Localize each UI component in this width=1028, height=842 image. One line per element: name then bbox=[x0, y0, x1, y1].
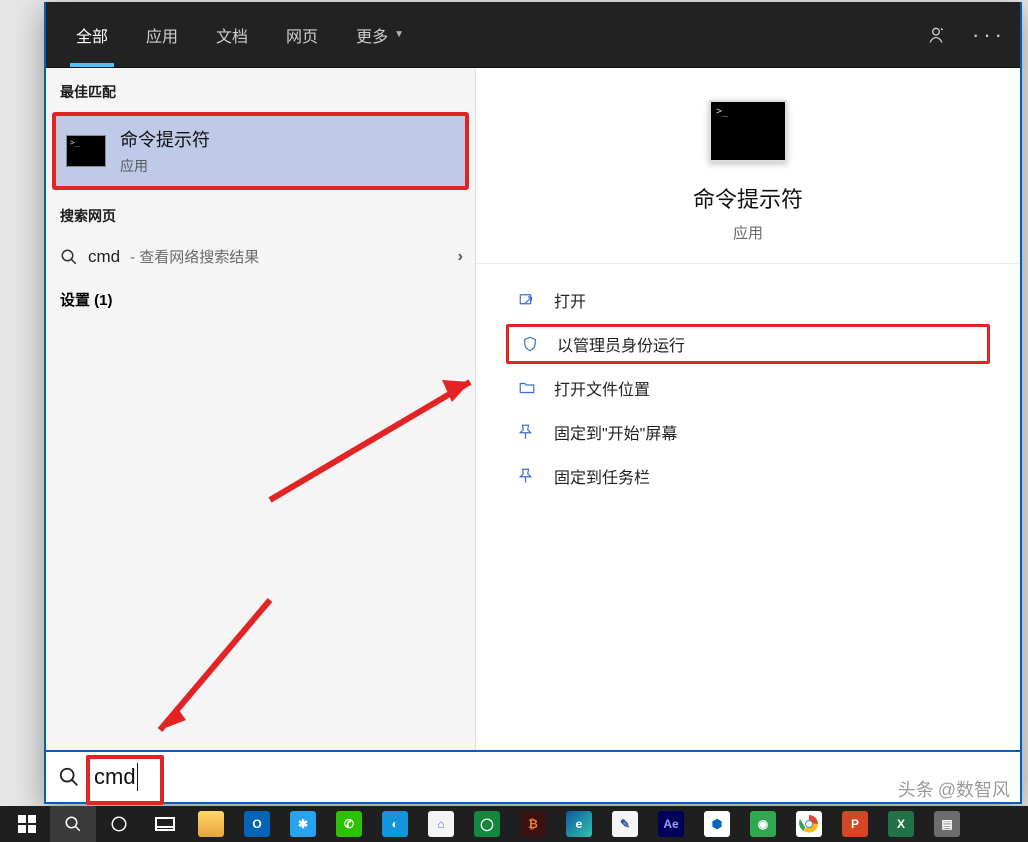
task-view-icon bbox=[155, 817, 175, 831]
taskbar-app-powerpoint[interactable]: P bbox=[832, 806, 878, 842]
action-run-as-admin[interactable]: 以管理员身份运行 bbox=[506, 324, 990, 364]
action-label: 以管理员身份运行 bbox=[557, 332, 685, 356]
outlook-icon: O bbox=[244, 811, 270, 837]
taskbar-app-edge[interactable]: e bbox=[556, 806, 602, 842]
search-icon bbox=[60, 248, 78, 266]
tab-web[interactable]: 网页 bbox=[270, 2, 334, 67]
taskbar-app-notepad[interactable]: ✎ bbox=[602, 806, 648, 842]
tab-label: 网页 bbox=[286, 23, 318, 47]
best-match-result[interactable]: 命令提示符 应用 bbox=[52, 112, 469, 190]
preview-title: 命令提示符 bbox=[693, 182, 803, 214]
app-icon: ▤ bbox=[934, 811, 960, 837]
tab-all[interactable]: 全部 bbox=[60, 2, 124, 67]
taskbar-app-ps[interactable]: ₿ bbox=[510, 806, 556, 842]
search-input-value: cmd bbox=[94, 764, 136, 790]
chrome-icon bbox=[796, 811, 822, 837]
watermark: 头条 @数智风 bbox=[898, 776, 1010, 802]
taskbar-app-wechat[interactable]: ✆ bbox=[326, 806, 372, 842]
chevron-right-icon: › bbox=[458, 248, 463, 266]
best-match-subtitle: 应用 bbox=[120, 156, 210, 176]
best-match-title: 命令提示符 bbox=[120, 126, 210, 152]
action-label: 固定到"开始"屏幕 bbox=[554, 420, 677, 444]
taskbar-app-chrome[interactable] bbox=[786, 806, 832, 842]
folder-icon bbox=[518, 379, 536, 397]
taskbar-app-green1[interactable]: ◯ bbox=[464, 806, 510, 842]
taskbar-app-tencent[interactable]: ✱ bbox=[280, 806, 326, 842]
cortana-button[interactable] bbox=[96, 806, 142, 842]
search-input-bar[interactable]: cmd bbox=[46, 750, 1020, 802]
action-pin-start[interactable]: 固定到"开始"屏幕 bbox=[506, 412, 990, 452]
result-preview-pane: 命令提示符 应用 打开 以管理员身份运行 打开文件位置 固定 bbox=[476, 68, 1020, 750]
action-label: 固定到任务栏 bbox=[554, 464, 650, 488]
search-icon bbox=[64, 815, 82, 833]
results-list: 最佳匹配 命令提示符 应用 搜索网页 cmd - 查看网络搜索结果 › 设置 (… bbox=[46, 68, 476, 750]
preview-subtitle: 应用 bbox=[733, 222, 763, 243]
taskbar-app-excel[interactable]: X bbox=[878, 806, 924, 842]
task-view-button[interactable] bbox=[142, 806, 188, 842]
pin-icon bbox=[518, 467, 536, 485]
tab-more[interactable]: 更多 ▼ bbox=[340, 2, 420, 67]
taskbar-app-store[interactable]: ⬢ bbox=[694, 806, 740, 842]
excel-icon: X bbox=[888, 811, 914, 837]
taskbar-app-baidu[interactable]: ⌂ bbox=[418, 806, 464, 842]
shield-icon bbox=[521, 335, 539, 353]
watermark-handle: @数智风 bbox=[938, 776, 1010, 802]
baidu-icon: ⌂ bbox=[428, 811, 454, 837]
taskbar-app-aftereffects[interactable]: Ae bbox=[648, 806, 694, 842]
edge-icon: e bbox=[566, 811, 592, 837]
search-tabs-bar: 全部 应用 文档 网页 更多 ▼ ··· bbox=[46, 2, 1020, 68]
taskbar-app-green2[interactable]: ◉ bbox=[740, 806, 786, 842]
text-caret bbox=[137, 763, 138, 791]
cortana-icon bbox=[110, 815, 128, 833]
taskbar-app-file-explorer[interactable] bbox=[188, 806, 234, 842]
action-label: 打开文件位置 bbox=[554, 376, 650, 400]
tab-apps[interactable]: 应用 bbox=[130, 2, 194, 67]
app-icon: ◯ bbox=[474, 811, 500, 837]
action-open[interactable]: 打开 bbox=[506, 280, 990, 320]
search-web-result[interactable]: cmd - 查看网络搜索结果 › bbox=[46, 236, 475, 277]
section-search-web: 搜索网页 bbox=[46, 190, 475, 236]
action-open-file-location[interactable]: 打开文件位置 bbox=[506, 368, 990, 408]
search-icon bbox=[58, 766, 80, 788]
tab-docs[interactable]: 文档 bbox=[200, 2, 264, 67]
taskbar-app-generic[interactable]: ▤ bbox=[924, 806, 970, 842]
taskbar-search-button[interactable] bbox=[50, 806, 96, 842]
windows-search-panel: 全部 应用 文档 网页 更多 ▼ ··· 最佳匹配 命令提示符 应用 bbox=[44, 2, 1022, 804]
taskbar-app-outlook[interactable]: O bbox=[234, 806, 280, 842]
ae-icon: Ae bbox=[658, 811, 684, 837]
pin-icon bbox=[518, 423, 536, 441]
open-icon bbox=[518, 291, 536, 309]
store-icon: ⬢ bbox=[704, 811, 730, 837]
section-best-match: 最佳匹配 bbox=[46, 74, 475, 112]
feedback-icon[interactable] bbox=[926, 25, 946, 45]
section-settings[interactable]: 设置 (1) bbox=[46, 277, 475, 322]
taskbar-app-dingtalk[interactable]: ◐ bbox=[372, 806, 418, 842]
web-term: cmd bbox=[88, 247, 120, 267]
windows-logo-icon bbox=[18, 815, 36, 833]
web-hint: - 查看网络搜索结果 bbox=[130, 246, 259, 267]
watermark-prefix: 头条 bbox=[898, 776, 934, 802]
cmd-prompt-icon bbox=[709, 100, 787, 162]
app-icon: ₿ bbox=[520, 811, 546, 837]
tab-label: 更多 bbox=[356, 23, 388, 47]
folder-icon bbox=[198, 811, 224, 837]
dingtalk-icon: ◐ bbox=[382, 811, 408, 837]
tencent-icon: ✱ bbox=[290, 811, 316, 837]
tab-label: 全部 bbox=[76, 23, 108, 47]
action-label: 打开 bbox=[554, 288, 586, 312]
windows-taskbar: O ✱ ✆ ◐ ⌂ ◯ ₿ e ✎ Ae ⬢ ◉ P X ▤ bbox=[0, 806, 1028, 842]
chevron-down-icon: ▼ bbox=[394, 29, 404, 40]
wechat-icon: ✆ bbox=[336, 811, 362, 837]
powerpoint-icon: P bbox=[842, 811, 868, 837]
cmd-prompt-icon bbox=[66, 135, 106, 167]
app-icon: ◉ bbox=[750, 811, 776, 837]
preview-actions: 打开 以管理员身份运行 打开文件位置 固定到"开始"屏幕 固定到任务栏 bbox=[476, 264, 1020, 496]
tab-label: 文档 bbox=[216, 23, 248, 47]
start-button[interactable] bbox=[4, 806, 50, 842]
tab-label: 应用 bbox=[146, 23, 178, 47]
notepad-icon: ✎ bbox=[612, 811, 638, 837]
action-pin-taskbar[interactable]: 固定到任务栏 bbox=[506, 456, 990, 496]
